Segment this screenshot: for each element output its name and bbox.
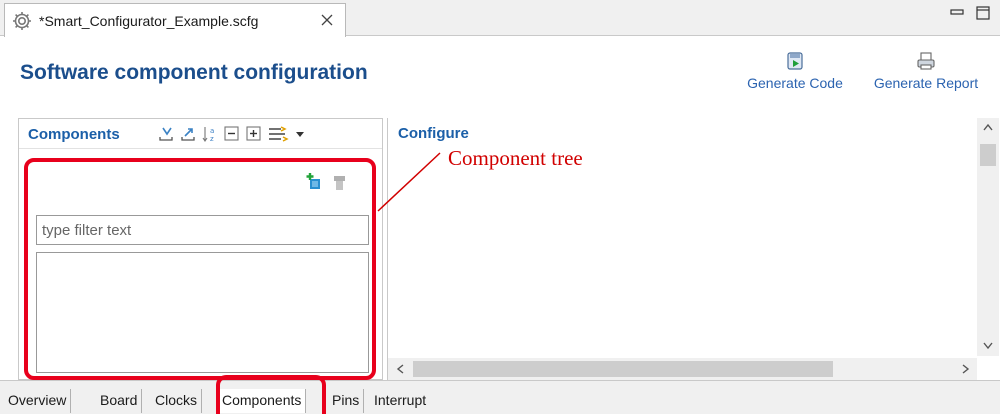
page-title: Software component configuration — [20, 61, 368, 84]
scroll-up-icon[interactable] — [982, 122, 994, 132]
view-menu-chevron-down-icon[interactable] — [294, 125, 306, 143]
expand-all-icon[interactable] — [179, 125, 197, 143]
tab-interrupt[interactable]: Interrupt — [370, 389, 430, 413]
gear-icon — [13, 11, 31, 30]
scroll-right-icon[interactable] — [961, 363, 971, 375]
scroll-left-icon[interactable] — [395, 363, 405, 375]
tab-components[interactable]: Components — [218, 389, 307, 413]
tab-board[interactable]: Board — [96, 389, 143, 413]
remove-component-icon[interactable] — [330, 172, 350, 192]
generate-code-icon — [787, 52, 803, 70]
add-component-icon[interactable] — [305, 172, 325, 192]
svg-text:a: a — [210, 127, 214, 135]
tab-overview[interactable]: Overview — [4, 389, 72, 413]
filter-input[interactable] — [36, 215, 369, 245]
scroll-down-icon[interactable] — [982, 341, 994, 351]
vertical-scrollbar[interactable] — [977, 118, 999, 356]
components-panel-title: Components — [28, 126, 120, 143]
horizontal-scroll-thumb[interactable] — [413, 361, 833, 377]
page-header: Software component configuration Generat… — [0, 37, 1000, 109]
annotation-label: Component tree — [448, 146, 583, 170]
horizontal-scrollbar[interactable] — [388, 358, 977, 380]
editor-tab-bar: *Smart_Configurator_Example.scfg — [0, 0, 1000, 37]
generate-report-button[interactable]: Generate Report — [862, 51, 990, 91]
configure-panel-title: Configure — [398, 125, 469, 142]
generate-report-icon — [917, 52, 935, 70]
svg-text:z: z — [210, 135, 214, 143]
view-mode-icon[interactable] — [267, 125, 289, 143]
editor-tab[interactable]: *Smart_Configurator_Example.scfg — [4, 3, 346, 37]
vertical-scroll-thumb[interactable] — [980, 144, 996, 166]
tab-pins[interactable]: Pins — [328, 389, 365, 413]
generate-code-label: Generate Code — [747, 75, 843, 91]
page-tab-bar: Overview Board Clocks Components Pins In… — [0, 380, 1000, 414]
component-tree[interactable] — [36, 252, 369, 373]
close-icon[interactable] — [319, 12, 335, 28]
components-panel: Components a z — [18, 118, 383, 380]
generate-code-button[interactable]: Generate Code — [735, 51, 855, 91]
minimize-icon[interactable] — [950, 8, 964, 16]
editor-tab-title: *Smart_Configurator_Example.scfg — [39, 12, 259, 29]
sort-az-icon[interactable]: a z — [201, 125, 219, 143]
tab-clocks[interactable]: Clocks — [151, 389, 203, 413]
collapse-all-icon[interactable] — [157, 125, 175, 143]
maximize-icon[interactable] — [976, 6, 990, 20]
expand-tree-icon[interactable] — [245, 125, 263, 143]
generate-report-label: Generate Report — [873, 75, 979, 91]
collapse-tree-icon[interactable] — [223, 125, 241, 143]
components-panel-header: Components a z — [19, 119, 382, 149]
